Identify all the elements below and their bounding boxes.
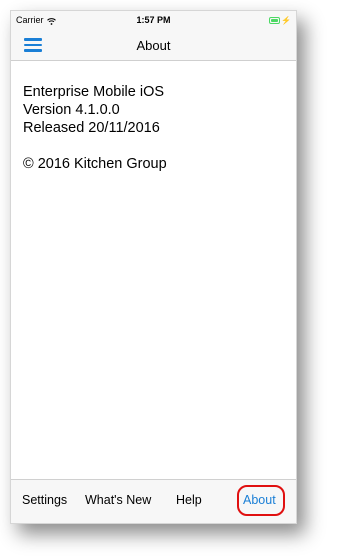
status-time: 1:57 PM [136,15,171,25]
about-content: Enterprise Mobile iOS Version 4.1.0.0 Re… [23,83,167,173]
app-name: Enterprise Mobile iOS [23,84,165,100]
release-date: Released 20/11/2016 [23,120,160,136]
page: Carrier 1:57 PM ⚡ About Enterprise Mobil… [0,0,350,559]
battery-icon: ⚡ [269,16,291,25]
phone-screen: Carrier 1:57 PM ⚡ About Enterprise Mobil… [10,10,297,524]
version-text: Version 4.1.0.0 [23,102,120,118]
tab-settings[interactable]: Settings [22,493,67,507]
tab-bar: Settings What's New Help About [11,479,296,523]
copyright-text: © 2016 Kitchen Group [23,156,167,172]
tab-whats-new[interactable]: What's New [85,493,151,507]
highlight-annotation [237,485,285,516]
battery-body [269,17,281,24]
status-bar: Carrier 1:57 PM ⚡ [11,11,296,31]
page-title: About [136,38,171,53]
battery-fill [271,19,279,22]
nav-bar: About [11,31,296,61]
tab-help[interactable]: Help [176,493,202,507]
charging-icon: ⚡ [281,16,291,25]
